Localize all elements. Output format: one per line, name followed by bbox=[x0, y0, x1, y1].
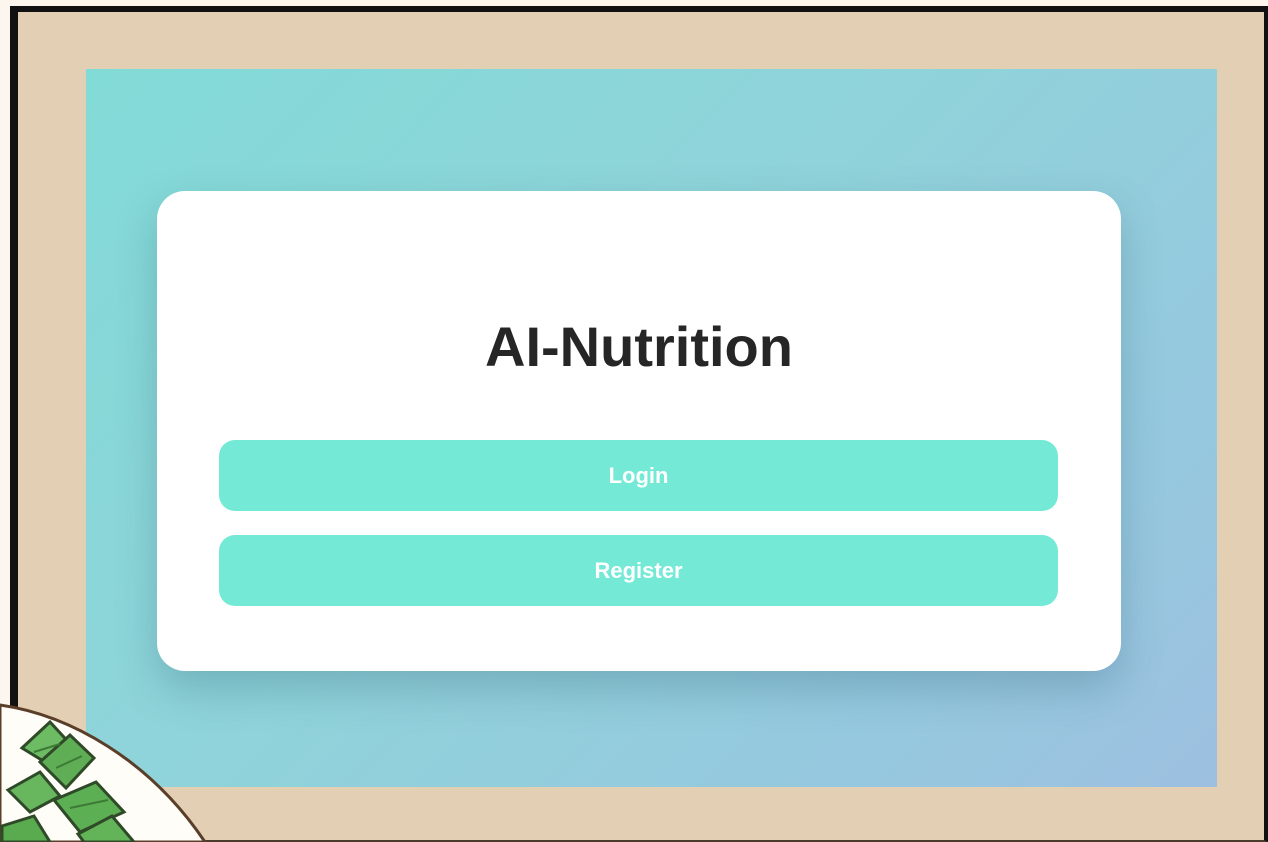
photo-frame: AI-Nutrition Login Register bbox=[10, 6, 1268, 842]
login-button-label: Login bbox=[608, 462, 669, 488]
register-button[interactable]: Register bbox=[219, 535, 1058, 606]
app-screen: AI-Nutrition Login Register bbox=[86, 69, 1217, 787]
app-title: AI-Nutrition bbox=[485, 315, 793, 378]
login-button[interactable]: Login bbox=[219, 440, 1058, 511]
register-button-label: Register bbox=[594, 557, 683, 583]
welcome-card: AI-Nutrition Login Register bbox=[157, 191, 1121, 671]
